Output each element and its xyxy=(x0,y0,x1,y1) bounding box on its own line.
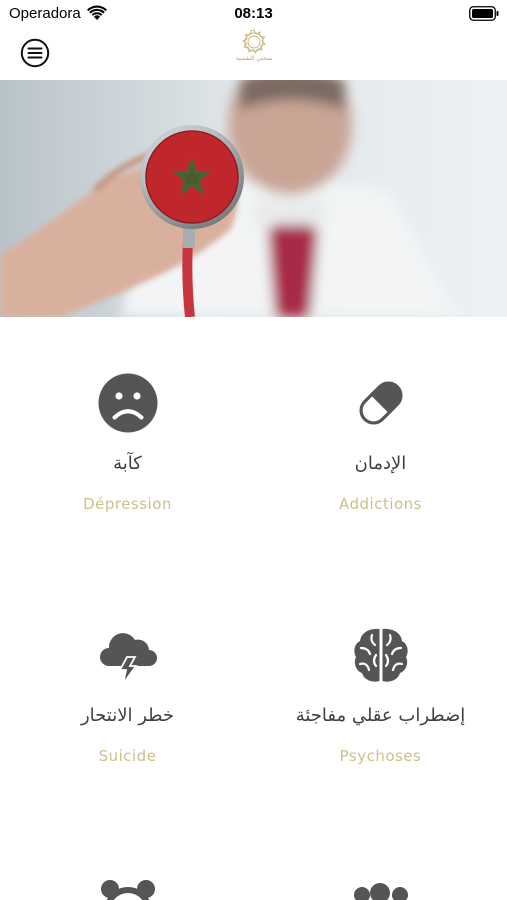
category-french-label: Addictions xyxy=(338,495,422,513)
status-bar: Operadora 08:13 xyxy=(0,0,507,28)
category-arabic-label: كآبة xyxy=(113,453,142,474)
category-french-label: Dépression xyxy=(83,495,172,513)
category-french-label: Suicide xyxy=(98,747,157,765)
logo-text: صحتي النفسية xyxy=(235,55,273,62)
category-arabic-label: خطر الانتحار xyxy=(80,705,175,726)
group-dots-icon xyxy=(354,883,408,900)
category-arabic-label: الإدمان xyxy=(354,453,407,474)
category-grid: كآبة Dépression الإدمان Addictions خطر ا… xyxy=(0,317,507,900)
category-partial-right[interactable] xyxy=(254,821,507,900)
alarm-clock-icon xyxy=(101,880,155,900)
category-depression[interactable]: كآبة Dépression xyxy=(1,317,254,567)
category-arabic-label: إضطراب عقلي مفاجئة xyxy=(295,705,466,726)
hero-image xyxy=(0,80,507,317)
navigation-bar: صحتي النفسية xyxy=(0,28,507,78)
category-addictions[interactable]: الإدمان Addictions xyxy=(254,317,507,567)
category-suicide[interactable]: خطر الانتحار Suicide xyxy=(1,569,254,819)
brain-icon xyxy=(354,628,408,682)
category-french-label: Psychoses xyxy=(339,747,422,765)
pill-capsule-icon xyxy=(359,381,403,425)
category-partial-left[interactable] xyxy=(1,821,254,900)
hamburger-menu-icon[interactable] xyxy=(20,38,50,68)
storm-cloud-icon xyxy=(100,633,157,685)
category-psychoses[interactable]: إضطراب عقلي مفاجئة Psychoses xyxy=(254,569,507,819)
clock: 08:13 xyxy=(234,5,273,22)
sad-face-icon xyxy=(98,373,158,433)
battery-icon xyxy=(469,6,499,21)
